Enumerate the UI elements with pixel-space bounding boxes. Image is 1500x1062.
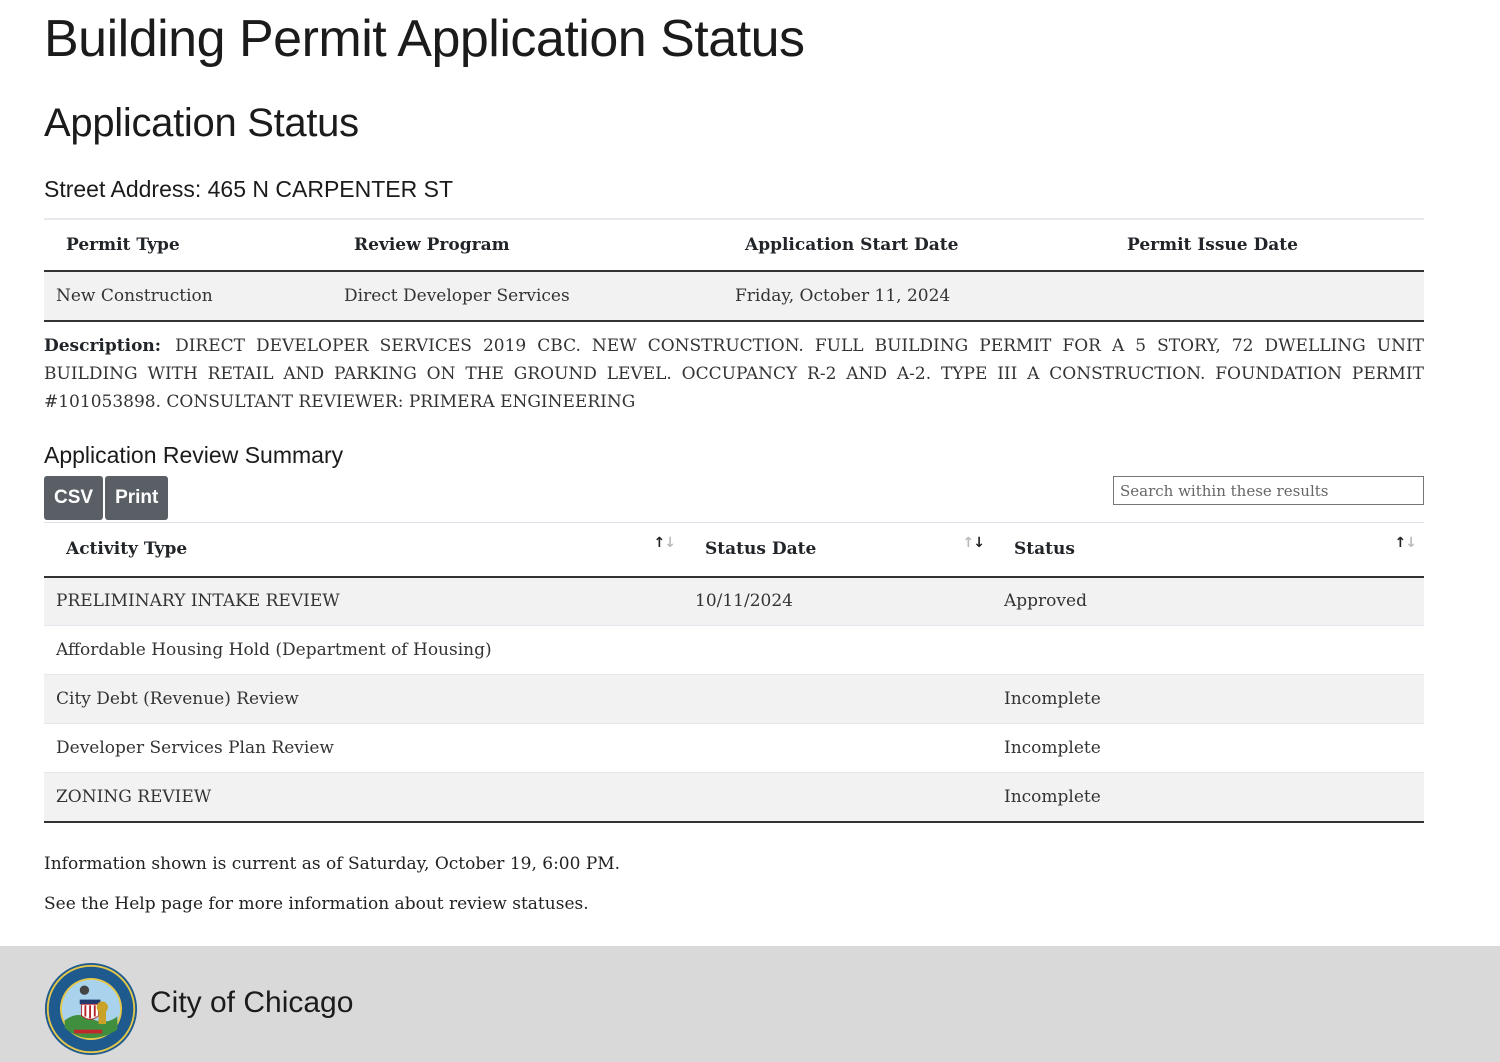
sort-up-down-icon[interactable]: ↑↓ [963,535,985,551]
review-toolbar: CSV Print [44,476,1424,522]
sort-up-down-icon[interactable]: ↑↓ [1395,535,1417,551]
footer-city-name: City of Chicago [150,986,354,1019]
help-link[interactable]: Help [114,894,155,914]
status-date-cell [683,674,992,724]
header-application-start-date: Application Start Date [723,219,1105,272]
review-program-value: Direct Developer Services [332,271,723,322]
application-start-date-value: Friday, October 11, 2024 [723,271,1105,322]
table-row: Developer Services Plan Review Incomplet… [44,723,1424,773]
header-permit-type: Permit Type [44,219,332,272]
city-seal-icon [44,962,138,1056]
status-date-cell [683,723,992,773]
status-cell: Incomplete [992,674,1424,724]
header-status-date[interactable]: Status Date ↑↓ [683,522,992,578]
activity-type-cell: Developer Services Plan Review [44,723,683,773]
help-suffix: page for more information about review s… [155,893,589,914]
table-row: Affordable Housing Hold (Department of H… [44,625,1424,675]
description-text: DIRECT DEVELOPER SERVICES 2019 CBC. NEW … [44,336,1424,412]
address-label: Street Address: [44,176,202,202]
table-row: City Debt (Revenue) Review Incomplete [44,674,1424,724]
status-cell: Incomplete [992,772,1424,823]
current-as-of-note: Information shown is current as of Satur… [44,853,621,874]
status-date-cell [683,772,992,823]
review-summary-title: Application Review Summary [44,442,344,468]
header-review-program: Review Program [332,219,723,272]
main-content: Building Permit Application Status Appli… [44,0,1424,915]
status-cell [992,625,1424,675]
street-address: Street Address: 465 N CARPENTER ST [44,174,1424,204]
description: Description: DIRECT DEVELOPER SERVICES 20… [44,332,1424,416]
status-cell: Approved [992,576,1424,626]
address-value: 465 N CARPENTER ST [207,176,454,202]
activity-type-cell: PRELIMINARY INTAKE REVIEW [44,576,683,626]
status-date-cell: 10/11/2024 [683,576,992,626]
csv-button[interactable]: CSV [44,476,104,520]
status-date-cell [683,625,992,675]
footer: City of Chicago [0,946,1500,1062]
help-prefix: See the [44,893,115,914]
permit-issue-date-value [1105,271,1424,322]
status-cell: Incomplete [992,723,1424,773]
table-row: PRELIMINARY INTAKE REVIEW 10/11/2024 App… [44,576,1424,626]
search-input[interactable] [1113,476,1424,505]
activity-type-cell: ZONING REVIEW [44,772,683,823]
description-label: Description: [44,336,162,356]
print-button[interactable]: Print [105,476,169,520]
table-row: New Construction Direct Developer Servic… [44,271,1424,322]
activity-type-cell: City Debt (Revenue) Review [44,674,683,724]
review-table: Activity Type ↑↓ Status Date ↑↓ Status ↑… [44,522,1424,823]
header-status-date-label: Status Date [705,539,817,560]
activity-type-cell: Affordable Housing Hold (Department of H… [44,625,683,675]
header-activity-type[interactable]: Activity Type ↑↓ [44,522,683,578]
help-note: See the Help page for more information a… [44,893,1424,915]
permit-table: Permit Type Review Program Application S… [44,218,1424,322]
sort-up-down-icon[interactable]: ↑↓ [654,535,676,551]
header-status[interactable]: Status ↑↓ [992,522,1424,578]
section-title: Application Status [44,101,359,145]
table-row: ZONING REVIEW Incomplete [44,772,1424,823]
header-permit-issue-date: Permit Issue Date [1105,219,1424,272]
header-activity-type-label: Activity Type [66,539,188,560]
header-status-label: Status [1014,539,1075,560]
page-title: Building Permit Application Status [44,10,805,68]
permit-type-value: New Construction [44,271,332,322]
